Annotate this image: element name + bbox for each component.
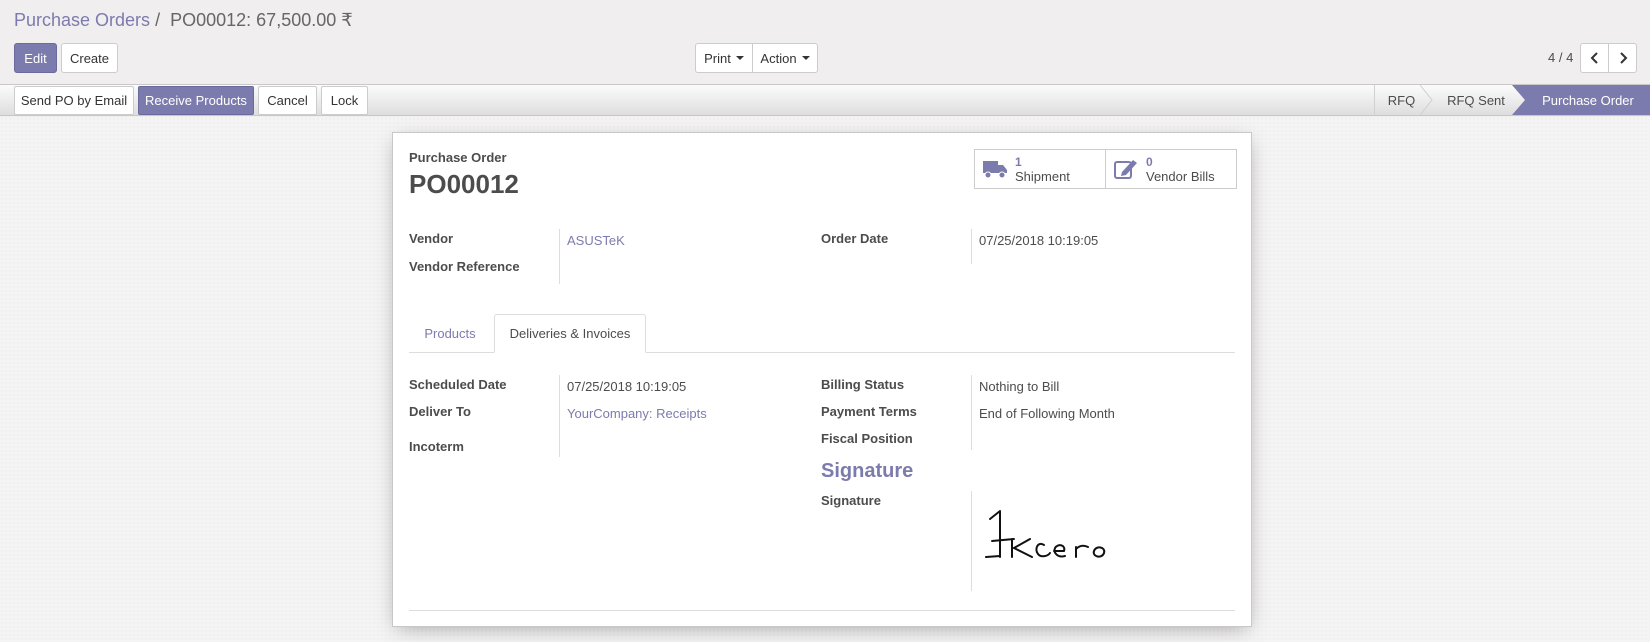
- scheduled-date-label: Scheduled Date: [409, 377, 507, 392]
- field-divider: [971, 229, 972, 264]
- billing-status-label: Billing Status: [821, 377, 905, 392]
- receive-products-button[interactable]: Receive Products: [138, 86, 254, 115]
- send-po-by-email-button[interactable]: Send PO by Email: [14, 86, 134, 115]
- control-panel: Purchase Orders / PO00012: 67,500.00 ₹ E…: [0, 0, 1650, 84]
- edit-button[interactable]: Edit: [14, 43, 57, 73]
- order-date-value: 07/25/2018 10:19:05: [979, 233, 1099, 248]
- deliver-to-label: Deliver To: [409, 404, 471, 419]
- shipment-smart-button[interactable]: 1 Shipment: [974, 149, 1106, 189]
- pager-previous-button[interactable]: [1580, 43, 1609, 73]
- truck-icon: [983, 161, 1007, 179]
- tab-deliveries-invoices[interactable]: Deliveries & Invoices: [494, 314, 646, 353]
- breadcrumb: Purchase Orders / PO00012: 67,500.00 ₹: [14, 10, 353, 31]
- field-divider: [559, 375, 560, 457]
- billing-status-value: Nothing to Bill: [979, 379, 1060, 394]
- field-divider: [559, 229, 560, 284]
- incoterm-label: Incoterm: [409, 439, 464, 454]
- vendor-bills-label: Vendor Bills: [1146, 169, 1215, 184]
- form-statusbar: Send PO by Email Receive Products Cancel…: [0, 84, 1650, 116]
- scheduled-date-value: 07/25/2018 10:19:05: [567, 379, 687, 394]
- breadcrumb-purchase-orders[interactable]: Purchase Orders: [14, 10, 150, 30]
- stage-purchase-order[interactable]: Purchase Order: [1526, 85, 1650, 115]
- vendor-reference-label: Vendor Reference: [409, 259, 520, 274]
- signature-label: Signature: [821, 493, 881, 508]
- vendor-bills-smart-button[interactable]: 0 Vendor Bills: [1105, 149, 1237, 189]
- breadcrumb-current: PO00012: 67,500.00 ₹: [170, 10, 353, 30]
- field-divider: [971, 375, 972, 450]
- chevron-left-icon: [1590, 52, 1598, 64]
- signature-heading: Signature: [821, 460, 914, 482]
- edit-icon: [1114, 160, 1137, 179]
- stage-rfq-sent[interactable]: RFQ Sent: [1436, 85, 1516, 115]
- tab-products[interactable]: Products: [409, 314, 491, 353]
- shipment-count: 1: [1015, 155, 1022, 169]
- order-date-label: Order Date: [821, 231, 889, 246]
- vendor-bills-count: 0: [1146, 155, 1153, 169]
- signature-image: [985, 510, 1106, 558]
- document-type-label: Purchase Order: [409, 150, 507, 165]
- create-button[interactable]: Create: [61, 43, 118, 73]
- document-title: PO00012: [409, 169, 519, 199]
- pager-value[interactable]: 4 / 4: [1548, 50, 1573, 65]
- shipment-label: Shipment: [1015, 169, 1070, 184]
- form-sheet: 1 Shipment 0 Vendor Bills Purchase Order…: [392, 132, 1252, 627]
- caret-down-icon: [735, 56, 744, 60]
- pager-next-button[interactable]: [1608, 43, 1637, 73]
- stage-arrow: [1420, 85, 1433, 115]
- vendor-value[interactable]: ASUSTeK: [567, 233, 625, 248]
- fiscal-position-label: Fiscal Position: [821, 431, 913, 446]
- print-dropdown-button[interactable]: Print: [695, 43, 753, 73]
- form-bottom-separator: [409, 610, 1235, 611]
- payment-terms-value: End of Following Month: [979, 406, 1115, 421]
- vendor-label: Vendor: [409, 231, 454, 246]
- deliver-to-value[interactable]: YourCompany: Receipts: [567, 406, 707, 421]
- field-divider: [971, 491, 972, 591]
- action-label: Action: [760, 50, 797, 66]
- caret-down-icon: [801, 56, 810, 60]
- breadcrumb-separator: /: [155, 10, 161, 30]
- action-dropdown-button[interactable]: Action: [752, 43, 818, 73]
- lock-button[interactable]: Lock: [321, 86, 368, 115]
- chevron-right-icon: [1619, 52, 1627, 64]
- payment-terms-label: Payment Terms: [821, 404, 917, 419]
- print-label: Print: [704, 50, 731, 66]
- cancel-button[interactable]: Cancel: [258, 86, 317, 115]
